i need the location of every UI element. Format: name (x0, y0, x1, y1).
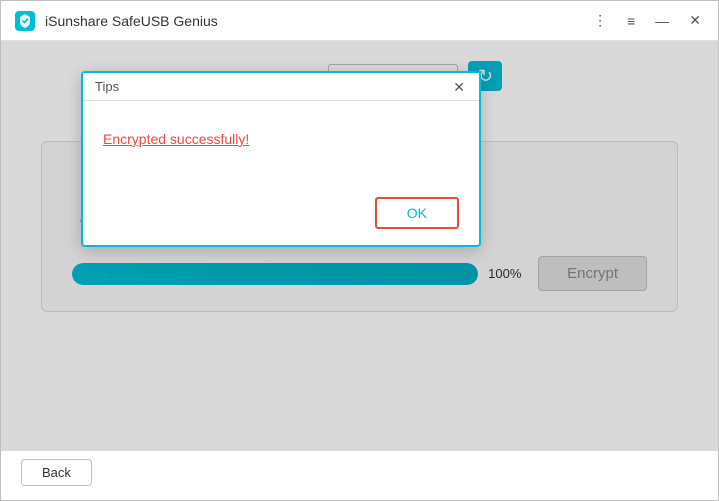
modal-footer: OK (83, 197, 479, 245)
title-bar: iSunshare SafeUSB Genius ⋮ ≡ — ✕ (1, 1, 718, 41)
bottom-bar: Back (1, 451, 718, 500)
main-content: Select USB drive: J:\ 14.44 GB ▼ ↻ Total… (1, 41, 718, 451)
modal-overlay: Tips ✕ Encrypted successfully! OK (1, 41, 718, 451)
modal-title: Tips (95, 79, 119, 94)
modal-titlebar: Tips ✕ (83, 73, 479, 101)
app-title: iSunshare SafeUSB Genius (45, 13, 588, 29)
tips-dialog: Tips ✕ Encrypted successfully! OK (81, 71, 481, 247)
close-button[interactable]: ✕ (684, 10, 706, 31)
window-controls: ⋮ ≡ — ✕ (588, 10, 706, 31)
menu-button[interactable]: ≡ (622, 11, 640, 31)
back-button[interactable]: Back (21, 459, 92, 486)
minimize-button[interactable]: — (650, 11, 674, 31)
app-window: iSunshare SafeUSB Genius ⋮ ≡ — ✕ Select … (0, 0, 719, 501)
modal-close-button[interactable]: ✕ (451, 80, 467, 94)
app-logo (13, 9, 37, 33)
share-button[interactable]: ⋮ (588, 10, 612, 31)
modal-message: Encrypted successfully! (103, 131, 459, 147)
ok-button[interactable]: OK (375, 197, 459, 229)
modal-body: Encrypted successfully! (83, 101, 479, 197)
